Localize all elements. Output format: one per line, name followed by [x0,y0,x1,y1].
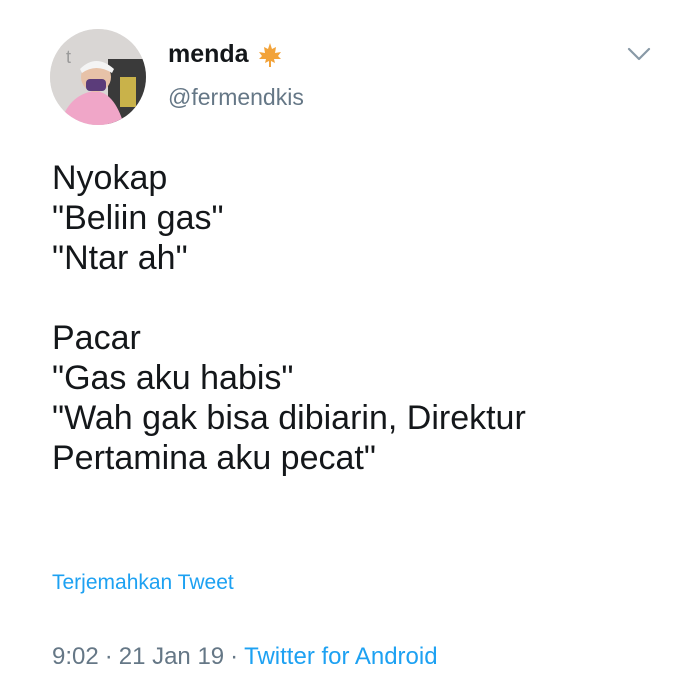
avatar-photo: t [50,29,146,125]
tweet-time[interactable]: 9:02 [52,643,99,670]
user-handle[interactable]: @fermendkis [168,84,304,111]
user-name-row[interactable]: menda [168,40,283,69]
tweet-metadata: 9:02 · 21 Jan 19 · Twitter for Android [52,643,438,671]
maple-leaf-icon [257,42,283,68]
tweet-line: Nyokap [52,159,168,197]
tweet-source-link[interactable]: Twitter for Android [244,643,437,670]
tweet-line: "Ntar ah" [52,239,188,277]
separator-dot: · [230,643,239,670]
translate-tweet-link[interactable]: Terjemahkan Tweet [52,571,234,595]
avatar[interactable]: t [50,29,146,125]
tweet-text: Nyokap "Beliin gas" "Ntar ah" Pacar "Gas… [52,158,652,478]
tweet-line: Pacar [52,319,141,357]
tweet-line: "Beliin gas" [52,199,224,237]
tweet-date[interactable]: 21 Jan 19 [119,643,224,670]
tweet-line: Pertamina aku pecat" [52,439,376,477]
tweet-card: t menda @fermendkis Nyokap "Beliin gas" … [0,0,700,700]
chevron-down-icon[interactable] [627,46,651,62]
tweet-line: "Wah gak bisa dibiarin, Direktur [52,399,526,437]
tweet-line: "Gas aku habis" [52,359,294,397]
avatar-watermark: t [66,47,71,67]
user-display-name[interactable]: menda [168,40,249,69]
separator-dot: · [104,643,113,670]
